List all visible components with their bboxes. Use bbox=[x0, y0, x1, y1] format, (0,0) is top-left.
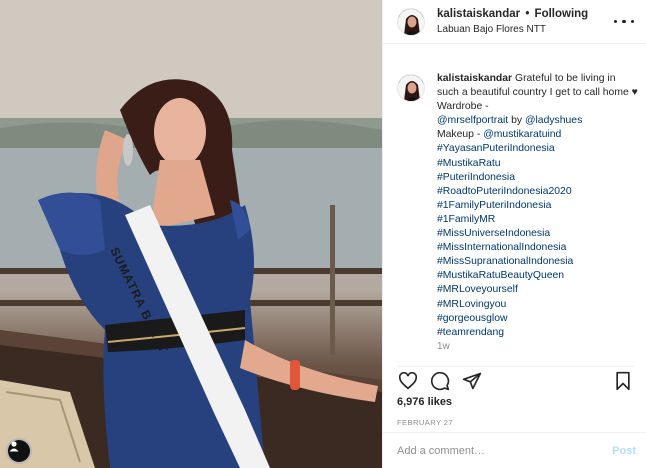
hashtag-link[interactable]: #MRLovingyou bbox=[437, 298, 640, 312]
caption-makeup: Makeup - bbox=[437, 129, 481, 141]
follow-status-button[interactable]: Following bbox=[535, 8, 589, 20]
caption-by: by bbox=[511, 115, 523, 127]
tagged-user-icon[interactable] bbox=[6, 438, 32, 464]
hashtag-link[interactable]: #MRLoveyourself bbox=[437, 283, 640, 297]
hashtag-link[interactable]: #gorgeousglow bbox=[437, 312, 640, 326]
caption-text: kalistaiskandar Grateful to be living in… bbox=[437, 72, 640, 354]
hashtag-link[interactable]: #1FamilyPuteriIndonesia bbox=[437, 199, 640, 213]
post-details-panel: kalistaiskandar • Following Labuan Bajo … bbox=[382, 0, 646, 468]
hashtag-link[interactable]: #MustikaRatuBeautyQueen bbox=[437, 269, 640, 283]
hashtag-link[interactable]: #teamrendang bbox=[437, 326, 640, 340]
caption-avatar[interactable] bbox=[397, 74, 425, 102]
hashtag-link[interactable]: #MissSupranationalIndonesia bbox=[437, 255, 640, 269]
mention-mustikaratuind[interactable]: @mustikaratuind bbox=[483, 129, 561, 140]
location-link[interactable]: Labuan Bajo Flores NTT bbox=[437, 23, 614, 37]
post-comment-button[interactable]: Post bbox=[612, 445, 636, 457]
likes-count[interactable]: 6,976 likes bbox=[397, 396, 452, 408]
hashtag-link[interactable]: #RoadtoPuteriIndonesia2020 bbox=[437, 185, 640, 199]
bookmark-icon[interactable] bbox=[612, 370, 634, 392]
mention-mrselfportrait[interactable]: @mrselfportrait bbox=[437, 115, 508, 126]
profile-avatar[interactable] bbox=[397, 7, 425, 36]
mention-ladyshues[interactable]: @ladyshues bbox=[525, 115, 582, 126]
hashtag-link[interactable]: #YayasanPuteriIndonesia bbox=[437, 142, 640, 156]
comment-input[interactable] bbox=[397, 444, 613, 457]
share-icon[interactable] bbox=[461, 370, 483, 392]
action-bar bbox=[397, 366, 634, 394]
post-header: kalistaiskandar • Following Labuan Bajo … bbox=[383, 0, 646, 44]
caption-scroll-area[interactable]: kalistaiskandar Grateful to be living in… bbox=[397, 62, 640, 354]
post-relative-time: 1w bbox=[437, 340, 450, 352]
hashtag-link[interactable]: #MissUniverseIndonesia bbox=[437, 227, 640, 241]
caption-wardrobe: Wardrobe - bbox=[437, 101, 489, 113]
post-date[interactable]: FEBRUARY 27 bbox=[397, 418, 453, 427]
heart-emoji: ♥ bbox=[631, 87, 638, 99]
caption-username[interactable]: kalistaiskandar bbox=[437, 73, 512, 84]
post-photo[interactable]: SUMATRA BARAT bbox=[0, 0, 382, 468]
heart-icon[interactable] bbox=[397, 370, 419, 392]
username-link[interactable]: kalistaiskandar bbox=[437, 8, 520, 20]
more-options-icon[interactable] bbox=[614, 14, 634, 30]
hashtag-link[interactable]: #1FamilyMR bbox=[437, 213, 640, 227]
post-photo-illustration bbox=[0, 0, 382, 468]
comment-icon[interactable] bbox=[429, 370, 451, 392]
hashtag-link[interactable]: #MissInternationalIndonesia bbox=[437, 241, 640, 255]
hashtag-link[interactable]: #MustikaRatu bbox=[437, 157, 640, 171]
hashtag-list: #YayasanPuteriIndonesia #MustikaRatu #Pute… bbox=[437, 142, 640, 339]
separator-dot: • bbox=[525, 7, 530, 20]
comment-bar: Post bbox=[383, 432, 646, 468]
hashtag-link[interactable]: #PuteriIndonesia bbox=[437, 171, 640, 185]
